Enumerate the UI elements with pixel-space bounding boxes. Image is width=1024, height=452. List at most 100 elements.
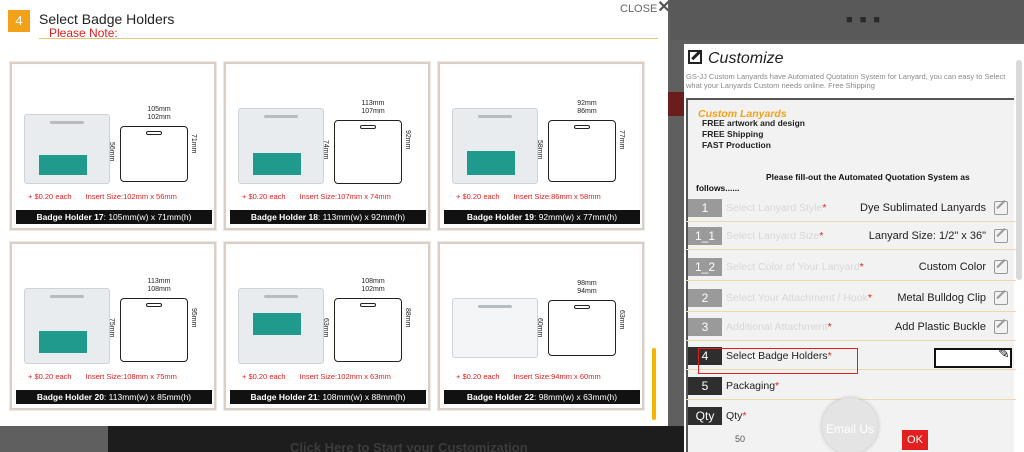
insert-card: [39, 331, 87, 353]
dim-height-inner: 56mm: [108, 142, 115, 162]
dim-width-outer: 98mm: [577, 280, 597, 287]
holder-caption: Badge Holder 17: 105mm(w) x 71mm(h): [16, 210, 212, 224]
pencil-icon[interactable]: ✎: [998, 345, 1010, 362]
dim-height-outer: 95mm: [190, 308, 197, 328]
holder-outline: [334, 298, 402, 362]
step-number: Qty: [688, 407, 722, 425]
fill-line-2: follows......: [696, 183, 740, 193]
panel-scrollbar[interactable]: [1016, 60, 1022, 280]
dim-height-inner: 58mm: [536, 140, 543, 160]
option-row-additional[interactable]: 3 Additional Attachment* Add Plastic Buc…: [686, 315, 1016, 341]
ok-button[interactable]: OK: [902, 430, 928, 450]
option-row-packaging[interactable]: 5 Packaging*: [686, 374, 1016, 400]
holder-size: : 113mm(w) x 85mm(h): [103, 392, 192, 402]
badge-holder-card-17[interactable]: 105mm 102mm 71mm 56mm + $0.20 each Insert…: [10, 62, 216, 230]
dim-width-inner: 102mm: [147, 114, 171, 121]
option-label-text: Select Your Attachment / Hook: [726, 292, 868, 304]
dim-width-outer: 105mm: [147, 106, 171, 113]
feature-item: FAST Production: [702, 140, 771, 150]
price-row: + $0.20 each Insert Size:108mm x 75mm: [28, 372, 208, 381]
dim-width-inner: 94mm: [577, 288, 597, 295]
header-divider: [39, 38, 658, 39]
holder-caption: Badge Holder 21: 108mm(w) x 88mm(h): [230, 390, 426, 404]
holder-name: Badge Holder 18: [250, 212, 318, 222]
slot-hole: [264, 295, 298, 298]
required-mark: *: [819, 230, 824, 242]
slot-hole: [478, 115, 512, 118]
holder-name: Badge Holder 22: [466, 392, 534, 402]
panel-title: Customize: [688, 50, 784, 68]
step-number: 5: [688, 377, 722, 395]
option-value: Lanyard Size: 1/2" x 36": [868, 230, 986, 242]
option-label-text: Select Lanyard Size: [726, 230, 820, 242]
option-label: Qty*: [726, 410, 746, 422]
required-mark: *: [859, 261, 864, 273]
dimension-diagram: 92mm 86mm 77mm 58mm: [536, 100, 626, 186]
option-label-text: Select Lanyard Style: [726, 202, 823, 214]
holder-size: : 108mm(w) x 88mm(h): [317, 392, 406, 402]
slot-outline: [360, 303, 376, 307]
badge-holder-photo: [238, 288, 324, 364]
dim-height-outer: 88mm: [404, 308, 411, 328]
required-mark: *: [775, 380, 780, 392]
backdrop-cta-text: Click Here to Start your Customization: [290, 440, 528, 452]
required-mark: *: [822, 202, 827, 214]
dim-height-outer: 71mm: [190, 134, 197, 154]
badge-holder-card-21[interactable]: 108mm 102mm 88mm 63mm + $0.20 each Insert…: [224, 242, 430, 410]
holder-outline: [548, 300, 616, 356]
option-label: Select Color of Your Lanyard*: [726, 261, 864, 273]
option-row-style[interactable]: 1 Select Lanyard Style* Dye Sublimated L…: [686, 196, 1016, 222]
edit-icon[interactable]: [994, 320, 1008, 334]
price-row: + $0.20 each Insert Size:94mm x 60mm: [456, 372, 636, 381]
holder-outline: [120, 126, 188, 182]
badge-holder-card-20[interactable]: 113mm 108mm 95mm 75mm + $0.20 each Insert…: [10, 242, 216, 410]
modal-header: 4 Select Badge Holders Please Note: CLOS…: [0, 0, 671, 42]
option-row-attachment[interactable]: 2 Select Your Attachment / Hook* Metal B…: [686, 286, 1016, 312]
dimension-diagram: 105mm 102mm 71mm 56mm: [108, 106, 198, 186]
option-label-text: Packaging: [726, 380, 776, 392]
close-button[interactable]: CLOSE✕: [620, 0, 671, 17]
slot-hole: [264, 115, 298, 118]
badge-holder-modal: 4 Select Badge Holders Please Note: CLOS…: [0, 0, 671, 426]
price-text: + $0.20 each: [242, 372, 286, 381]
feature-item: FREE artwork and design: [702, 118, 805, 128]
dimension-diagram: 98mm 94mm 63mm 60mm: [536, 280, 626, 366]
price-text: + $0.20 each: [456, 192, 500, 201]
close-icon: ✕: [657, 0, 671, 16]
qty-input[interactable]: [735, 430, 835, 448]
option-label-text: Qty: [726, 410, 743, 422]
edit-icon[interactable]: [994, 260, 1008, 274]
edit-icon[interactable]: [994, 229, 1008, 243]
fill-instructions: Please fill-out the Automated Quotation …: [696, 172, 1002, 194]
badge-holder-photo: [24, 288, 110, 364]
email-us-button[interactable]: Email Us: [822, 398, 878, 452]
dimension-diagram: 113mm 107mm 92mm 74mm: [322, 100, 412, 186]
slot-outline: [360, 125, 376, 129]
dim-width-outer: 108mm: [361, 278, 385, 285]
edit-icon[interactable]: [994, 291, 1008, 305]
dim-width-inner: 107mm: [361, 108, 385, 115]
dim-height-outer: 77mm: [618, 130, 625, 150]
holder-name: Badge Holder 21: [250, 392, 318, 402]
modal-scrollbar[interactable]: [652, 348, 656, 420]
insert-size-text: Insert Size:102mm x 56mm: [85, 192, 177, 201]
modal-title: Select Badge Holders: [39, 11, 175, 27]
option-row-color[interactable]: 1_2 Select Color of Your Lanyard* Custom…: [686, 255, 1016, 281]
holder-name: Badge Holder 20: [36, 392, 104, 402]
required-mark: *: [742, 410, 747, 422]
badge-holder-card-18[interactable]: 113mm 107mm 92mm 74mm + $0.20 each Insert…: [224, 62, 430, 230]
holder-outline: [548, 120, 616, 182]
option-row-size[interactable]: 1_1 Select Lanyard Size* Lanyard Size: 1…: [686, 224, 1016, 250]
insert-size-text: Insert Size:94mm x 60mm: [513, 372, 601, 381]
price-row: + $0.20 each Insert Size:107mm x 74mm: [242, 192, 422, 201]
edit-icon[interactable]: [994, 201, 1008, 215]
badge-holder-card-19[interactable]: 92mm 86mm 77mm 58mm + $0.20 each Insert S…: [438, 62, 644, 230]
dim-height-inner: 74mm: [322, 140, 329, 160]
close-label: CLOSE: [620, 3, 658, 15]
option-label-text: Additional Attachment: [726, 321, 828, 333]
holder-size: : 105mm(w) x 71mm(h): [103, 212, 192, 222]
holder-name: Badge Holder 17: [36, 212, 104, 222]
option-value: Add Plastic Buckle: [894, 321, 986, 333]
badge-holder-card-22[interactable]: 98mm 94mm 63mm 60mm + $0.20 each Insert S…: [438, 242, 644, 410]
backdrop-zoom-icons: ■ ■ ■: [846, 14, 883, 26]
